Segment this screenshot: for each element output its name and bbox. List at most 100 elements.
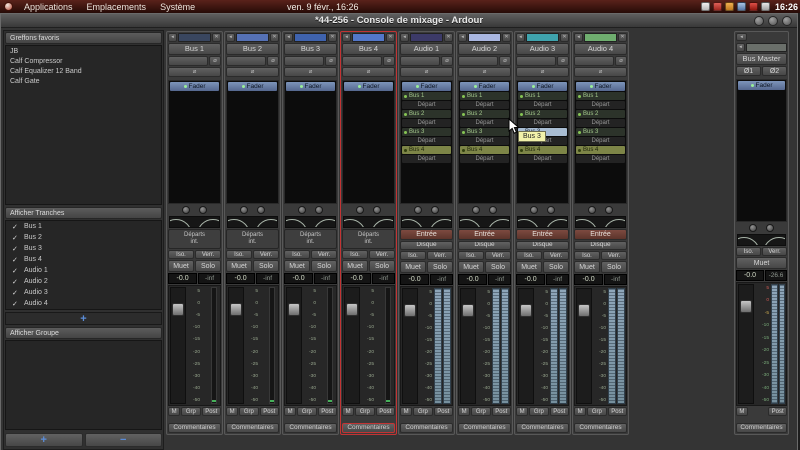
send-depart-row[interactable]: Départ bbox=[402, 155, 451, 163]
panner-display[interactable] bbox=[517, 216, 568, 228]
meter-point-button[interactable]: Post bbox=[434, 407, 453, 416]
send-depart-row[interactable]: Départ bbox=[460, 137, 509, 145]
monitor-disk-button[interactable]: Disque bbox=[516, 241, 569, 250]
titlebar[interactable]: *44-256 - Console de mixage - Ardour bbox=[1, 14, 797, 28]
pan-knob-right[interactable] bbox=[766, 224, 774, 232]
strip-automation-button[interactable]: ⌀ bbox=[342, 67, 395, 77]
strip-group-button[interactable] bbox=[284, 56, 324, 66]
maximize-button[interactable] bbox=[768, 16, 778, 26]
panner-display[interactable] bbox=[169, 216, 220, 228]
pan-knob-left[interactable] bbox=[588, 206, 596, 214]
menu-applications[interactable]: Applications bbox=[17, 0, 80, 13]
strip-close-button[interactable]: ✕ bbox=[560, 33, 569, 42]
fader-processor-button[interactable]: Fader bbox=[402, 82, 451, 91]
fader-handle[interactable] bbox=[230, 303, 242, 316]
strip-meterpoint-button[interactable]: ⌀ bbox=[209, 56, 221, 66]
strip-meterpoint-button[interactable]: ⌀ bbox=[383, 56, 395, 66]
strip-visibility-item[interactable]: ✓Bus 4 bbox=[6, 254, 161, 265]
pan-knob-left[interactable] bbox=[240, 206, 248, 214]
strip-group-button[interactable] bbox=[342, 56, 382, 66]
strip-visibility-item[interactable]: ✓Audio 4 bbox=[6, 298, 161, 309]
comments-button[interactable]: Commentaires bbox=[574, 423, 627, 433]
tray-icon-6[interactable] bbox=[761, 2, 770, 11]
strip-visibility-item[interactable]: ✓Audio 2 bbox=[6, 276, 161, 287]
monitor-input-button[interactable]: Entrée bbox=[458, 229, 511, 240]
fader-handle[interactable] bbox=[520, 304, 532, 317]
strip-hide-button[interactable]: ◂ bbox=[284, 33, 293, 42]
pan-knob-left[interactable] bbox=[472, 206, 480, 214]
pan-knob-left[interactable] bbox=[530, 206, 538, 214]
mute-button[interactable]: Muet bbox=[574, 261, 600, 273]
solo-isolate-button[interactable]: Iso. bbox=[736, 247, 761, 256]
fader-processor-button[interactable]: Fader bbox=[286, 82, 335, 91]
processor-box[interactable]: Fader Bus 1DépartBus 2DépartBus 3DépartB… bbox=[458, 80, 511, 204]
fader-processor-button[interactable]: Fader bbox=[518, 82, 567, 91]
send-depart-row[interactable]: Départ bbox=[460, 101, 509, 109]
send-depart-row[interactable]: Départ bbox=[576, 119, 625, 127]
strip-automation-button[interactable]: ⌀ bbox=[284, 67, 337, 77]
panner-display[interactable] bbox=[401, 216, 452, 228]
phase-invert-1-button[interactable]: Ø1 bbox=[736, 66, 761, 76]
strip-close-button[interactable]: ✕ bbox=[386, 33, 395, 42]
comments-button[interactable]: Commentaires bbox=[516, 423, 569, 433]
strip-hide-button[interactable]: ◂ bbox=[226, 33, 235, 42]
gain-display[interactable]: -0.0 bbox=[226, 273, 255, 284]
strip-visibility-item[interactable]: ✓Bus 3 bbox=[6, 243, 161, 254]
gain-fader[interactable] bbox=[518, 288, 534, 404]
fader-processor-button[interactable]: Fader bbox=[170, 82, 219, 91]
tray-icon-4[interactable] bbox=[737, 2, 746, 11]
send-bus-4[interactable]: Bus 4 bbox=[460, 146, 509, 154]
master-hide-button[interactable]: ◂ bbox=[736, 43, 745, 52]
strip-automation-button[interactable]: ⌀ bbox=[516, 67, 569, 77]
comments-button[interactable]: Commentaires bbox=[284, 423, 337, 433]
send-bus-2[interactable]: Bus 2 bbox=[518, 110, 567, 118]
strip-group-button[interactable] bbox=[400, 56, 440, 66]
menu-systeme[interactable]: Système bbox=[153, 0, 202, 13]
gain-display[interactable]: -0.0 bbox=[574, 274, 603, 285]
strip-group-button[interactable] bbox=[168, 56, 208, 66]
send-bus-1[interactable]: Bus 1 bbox=[518, 92, 567, 100]
mute-button[interactable]: Muet bbox=[400, 261, 426, 273]
strip-hide-button[interactable]: ◂ bbox=[342, 33, 351, 42]
fader-handle[interactable] bbox=[288, 303, 300, 316]
input-button[interactable]: Départs int. bbox=[284, 229, 337, 249]
fader-processor-button[interactable]: Fader bbox=[738, 81, 785, 90]
solo-lock-button[interactable]: Verr. bbox=[601, 251, 627, 260]
strip-meterpoint-button[interactable]: ⌀ bbox=[267, 56, 279, 66]
group-assign-button[interactable]: Grp bbox=[239, 407, 258, 416]
monitor-input-button[interactable]: Entrée bbox=[574, 229, 627, 240]
fader-handle[interactable] bbox=[404, 304, 416, 317]
comments-button[interactable]: Commentaires bbox=[400, 423, 453, 433]
master-name-button[interactable]: Bus Master bbox=[736, 53, 787, 65]
send-depart-row[interactable]: Départ bbox=[576, 101, 625, 109]
solo-isolate-button[interactable]: Iso. bbox=[574, 251, 600, 260]
send-bus-4[interactable]: Bus 4 bbox=[518, 146, 567, 154]
favorite-plugin-item[interactable]: JB bbox=[6, 46, 161, 56]
comments-button[interactable]: Commentaires bbox=[736, 423, 787, 433]
strip-automation-button[interactable]: ⌀ bbox=[458, 67, 511, 77]
strip-meterpoint-button[interactable]: ⌀ bbox=[615, 56, 627, 66]
monitor-disk-button[interactable]: Disque bbox=[458, 241, 511, 250]
gain-display[interactable]: -0.0 bbox=[736, 270, 764, 281]
menu-emplacements[interactable]: Emplacements bbox=[80, 0, 154, 13]
fader-handle[interactable] bbox=[462, 304, 474, 317]
fader-processor-button[interactable]: Fader bbox=[576, 82, 625, 91]
strip-close-button[interactable]: ✕ bbox=[502, 33, 511, 42]
send-bus-2[interactable]: Bus 2 bbox=[460, 110, 509, 118]
strip-name-button[interactable]: Audio 2 bbox=[458, 43, 511, 55]
send-depart-row[interactable]: Départ bbox=[402, 119, 451, 127]
strip-hide-button[interactable]: ◂ bbox=[400, 33, 409, 42]
pan-knob-right[interactable] bbox=[315, 206, 323, 214]
add-group-button[interactable]: + bbox=[5, 433, 83, 447]
metering-button[interactable]: M bbox=[342, 407, 354, 416]
strip-automation-button[interactable]: ⌀ bbox=[574, 67, 627, 77]
monitor-input-button[interactable]: Entrée bbox=[516, 229, 569, 240]
peak-display[interactable]: -inf bbox=[314, 273, 337, 284]
send-depart-row[interactable]: Départ bbox=[460, 119, 509, 127]
strip-group-button[interactable] bbox=[226, 56, 266, 66]
group-assign-button[interactable]: Grp bbox=[297, 407, 316, 416]
group-assign-button[interactable]: Grp bbox=[355, 407, 374, 416]
gain-display[interactable]: -0.0 bbox=[284, 273, 313, 284]
gain-display[interactable]: -0.0 bbox=[516, 274, 545, 285]
tray-icon-5[interactable] bbox=[749, 2, 758, 11]
